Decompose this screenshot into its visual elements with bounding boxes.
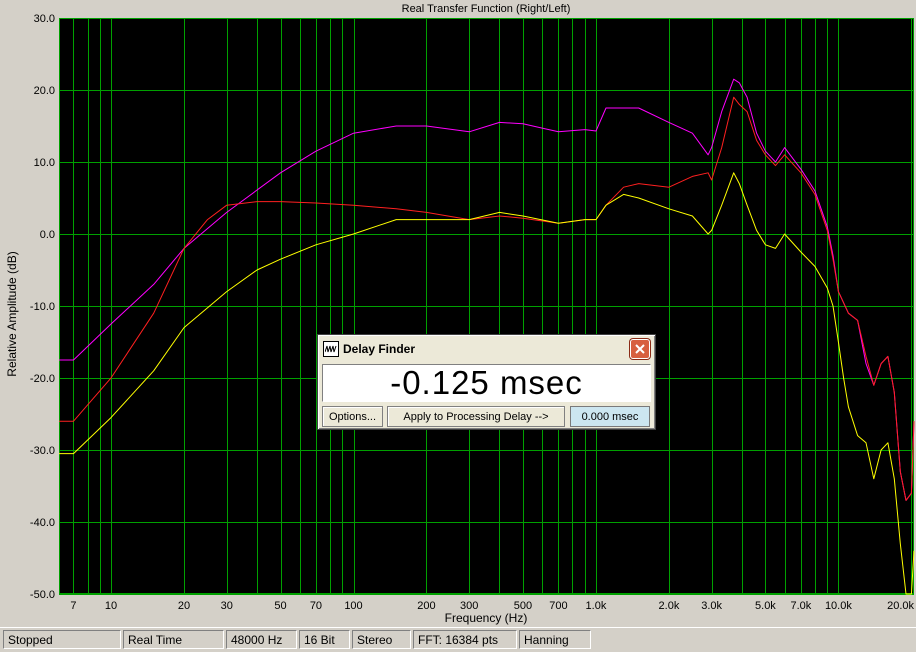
delay-finder-dialog: Delay Finder -0.125 msec Options... Appl… <box>317 334 656 430</box>
x-tick-label: 2.0k <box>659 600 680 612</box>
status-fft: FFT: 16384 pts <box>413 630 517 649</box>
y-tick-label: 30.0 <box>34 13 55 25</box>
x-tick-label: 20 <box>178 600 190 612</box>
status-bar: Stopped Real Time 48000 Hz 16 Bit Stereo… <box>0 627 916 652</box>
y-tick-label: -50.0 <box>30 589 55 601</box>
x-tick-label: 10 <box>105 600 117 612</box>
x-tick-label: 1.0k <box>586 600 607 612</box>
x-tick-label: 100 <box>344 600 362 612</box>
x-tick-label: 7 <box>70 600 76 612</box>
status-bit-depth: 16 Bit <box>299 630 350 649</box>
delay-value-display: -0.125 msec <box>322 364 651 402</box>
y-tick-label: 10.0 <box>34 157 55 169</box>
waveform-icon <box>323 341 339 357</box>
close-button[interactable] <box>630 339 650 359</box>
options-button[interactable]: Options... <box>322 406 383 427</box>
transfer-function-chart: Real Transfer Function (Right/Left) 30.0… <box>5 3 915 625</box>
y-tick-label: -10.0 <box>30 301 55 313</box>
status-state: Stopped <box>3 630 121 649</box>
chart-title: Real Transfer Function (Right/Left) <box>402 3 571 15</box>
x-tick-label: 10.0k <box>825 600 852 612</box>
x-axis-title: Frequency (Hz) <box>445 611 528 625</box>
status-channels: Stereo <box>352 630 411 649</box>
x-tick-label: 200 <box>417 600 435 612</box>
apply-delay-button[interactable]: Apply to Processing Delay --> <box>387 406 565 427</box>
y-tick-labels: 30.0 20.0 10.0 0.0 -10.0 -20.0 -30.0 -40.0 -50.0 <box>30 13 55 601</box>
processing-delay-field[interactable]: 0.000 msec <box>570 406 650 427</box>
status-window: Hanning <box>519 630 591 649</box>
close-icon <box>635 344 645 354</box>
y-tick-label: 20.0 <box>34 85 55 97</box>
y-tick-label: -20.0 <box>30 373 55 385</box>
status-sample-rate: 48000 Hz <box>226 630 297 649</box>
x-tick-label: 5.0k <box>755 600 776 612</box>
x-tick-label: 3.0k <box>701 600 722 612</box>
dialog-title: Delay Finder <box>343 342 416 356</box>
x-tick-label: 50 <box>274 600 286 612</box>
x-tick-label: 7.0k <box>790 600 811 612</box>
x-tick-label: 70 <box>310 600 322 612</box>
x-tick-label: 700 <box>549 600 567 612</box>
y-tick-label: -40.0 <box>30 517 55 529</box>
y-axis-title: Relative Amplitude (dB) <box>5 251 19 376</box>
y-tick-label: 0.0 <box>40 229 55 241</box>
x-tick-label: 20.0k <box>887 600 914 612</box>
y-tick-label: -30.0 <box>30 445 55 457</box>
dialog-titlebar[interactable]: Delay Finder <box>321 338 652 360</box>
x-tick-label: 30 <box>221 600 233 612</box>
status-mode: Real Time <box>123 630 224 649</box>
